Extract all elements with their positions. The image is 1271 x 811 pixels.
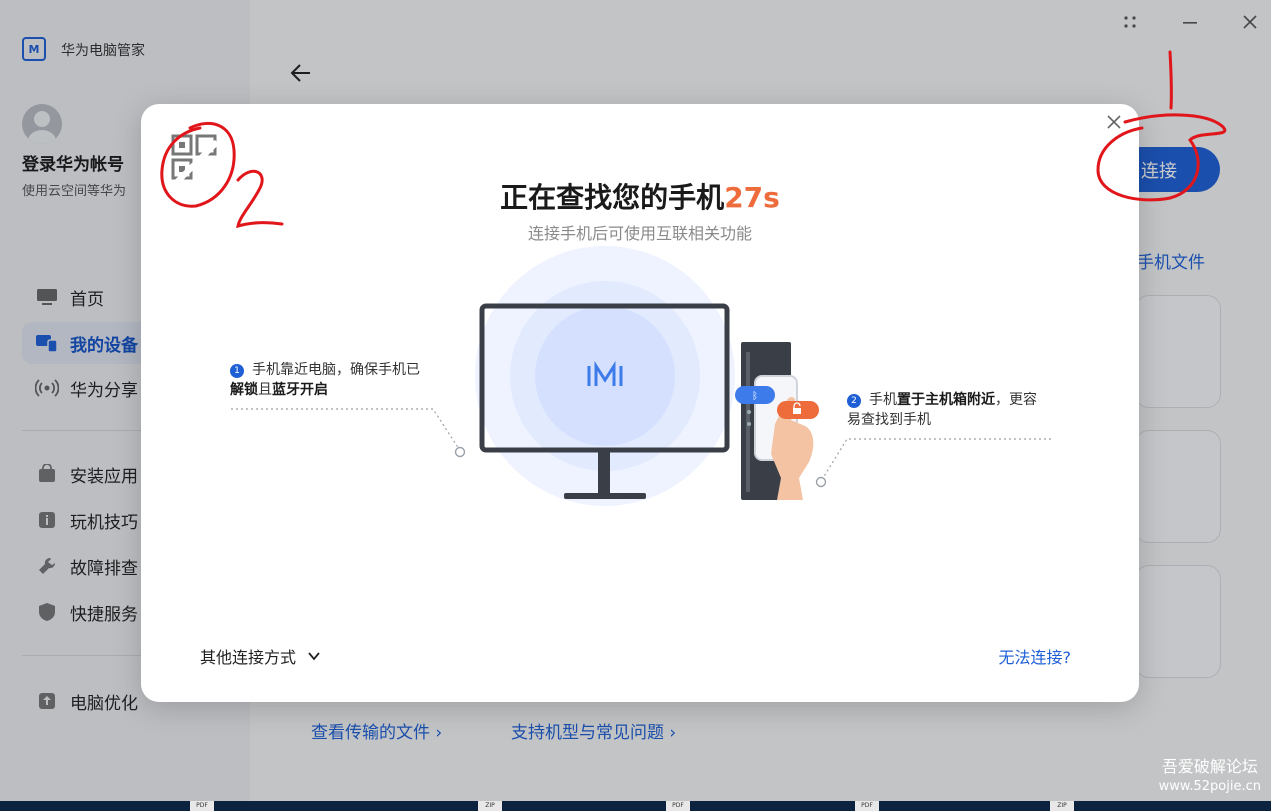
taskbar: PDF ZIP PDF PDF ZIP	[0, 801, 1271, 811]
chevron-down-icon	[308, 652, 320, 661]
find-phone-dialog: 正在查找您的手机27s 连接手机后可使用互联相关功能 ᛒ 1 手机靠近电脑，确保…	[141, 104, 1139, 702]
taskbar-file[interactable]: PDF	[666, 801, 690, 811]
step-number: 1	[230, 364, 244, 378]
taskbar-file[interactable]: PDF	[855, 801, 879, 811]
svg-text:ᛒ: ᛒ	[752, 391, 758, 402]
step-2-text: 2 手机置于主机箱附近，更容 易查找到手机	[847, 392, 1037, 428]
taskbar-file[interactable]: PDF	[190, 801, 214, 811]
cant-connect-link[interactable]: 无法连接?	[999, 644, 1072, 668]
taskbar-file[interactable]: ZIP	[478, 801, 502, 811]
taskbar-file[interactable]: ZIP	[1050, 801, 1074, 811]
other-connection-methods-dropdown[interactable]: 其他连接方式	[200, 644, 320, 668]
step-number: 2	[847, 394, 861, 408]
watermark: 吾爱破解论坛 www.52pojie.cn	[1158, 757, 1261, 794]
step-1-text: 1 手机靠近电脑，确保手机已 解锁且蓝牙开启	[230, 362, 420, 398]
